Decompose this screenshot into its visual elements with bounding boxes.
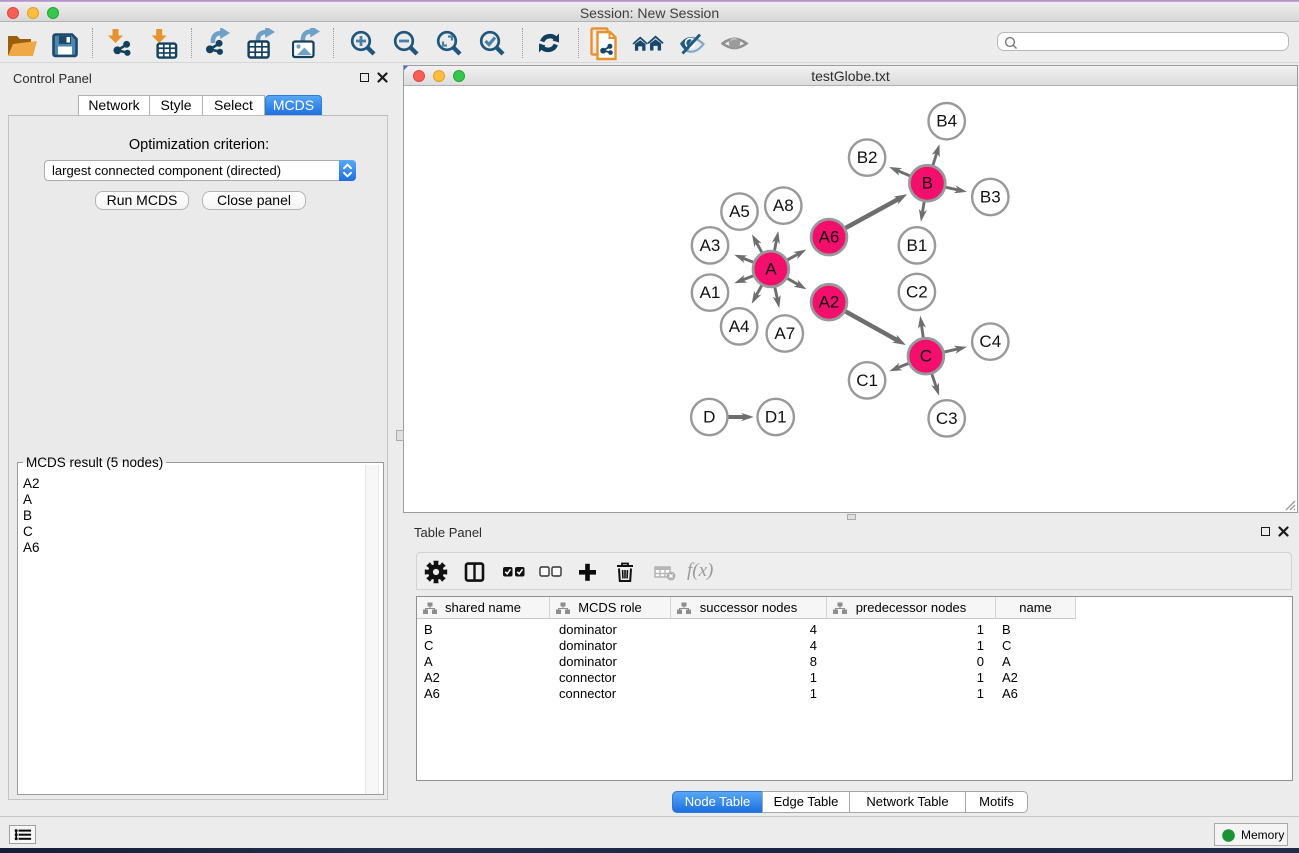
svg-text:A1: A1 xyxy=(700,283,721,302)
svg-text:C3: C3 xyxy=(936,409,958,428)
svg-text:A: A xyxy=(765,260,777,279)
svg-text:A2: A2 xyxy=(819,293,840,312)
svg-text:C2: C2 xyxy=(906,283,928,302)
svg-text:C1: C1 xyxy=(856,371,878,390)
svg-text:A3: A3 xyxy=(700,236,721,255)
svg-text:B: B xyxy=(922,174,933,193)
svg-text:A8: A8 xyxy=(773,196,794,215)
svg-text:D1: D1 xyxy=(765,408,787,427)
svg-text:C4: C4 xyxy=(979,332,1001,351)
svg-text:A4: A4 xyxy=(729,317,750,336)
svg-text:A5: A5 xyxy=(729,202,750,221)
svg-text:A6: A6 xyxy=(819,228,840,247)
svg-text:A7: A7 xyxy=(774,324,795,343)
svg-text:B4: B4 xyxy=(936,112,957,131)
svg-text:D: D xyxy=(703,408,715,427)
svg-text:B1: B1 xyxy=(907,236,928,255)
svg-text:C: C xyxy=(920,347,932,366)
svg-text:B3: B3 xyxy=(980,188,1001,207)
svg-text:B2: B2 xyxy=(857,148,878,167)
